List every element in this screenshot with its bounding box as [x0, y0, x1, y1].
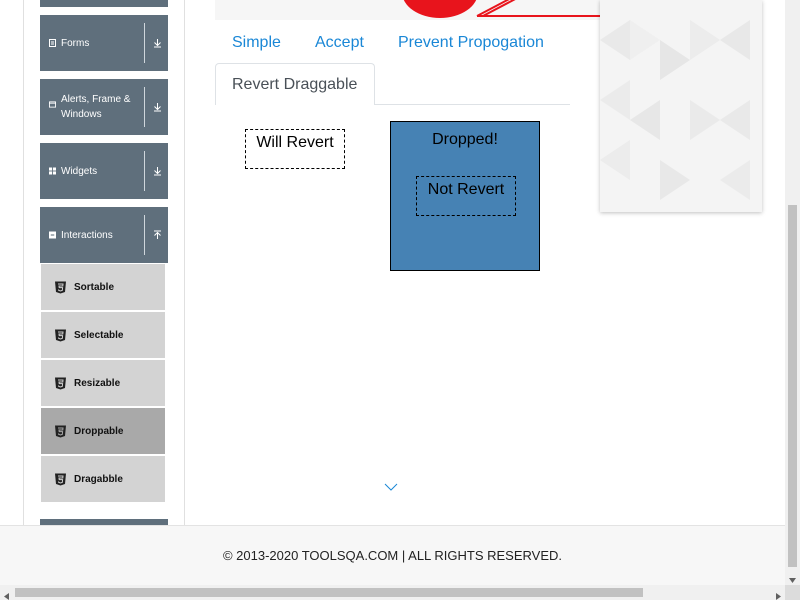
sidebar-item-sortable[interactable]: Sortable: [41, 264, 165, 310]
square-icon: [49, 231, 56, 239]
grid-icon: [49, 167, 56, 175]
html5-icon: [54, 329, 67, 342]
horizontal-scrollbar-thumb[interactable]: [15, 588, 643, 597]
separator: [144, 215, 145, 255]
sidebar-item-label: Resizable: [74, 377, 121, 389]
advertisement-panel: [600, 0, 762, 212]
sidebar-group-interactions[interactable]: Interactions: [40, 207, 168, 263]
scrollbar-corner: [785, 585, 800, 600]
scroll-right-arrow-icon[interactable]: [774, 588, 783, 600]
download-arrow-icon[interactable]: [152, 102, 162, 112]
download-arrow-icon[interactable]: [152, 38, 162, 48]
sidebar-item-label: Selectable: [74, 329, 124, 341]
sidebar-group-alerts[interactable]: Alerts, Frame & Windows: [40, 79, 168, 135]
download-arrow-icon[interactable]: [152, 166, 162, 176]
html5-icon: [54, 281, 67, 294]
not-revert-draggable[interactable]: Not Revert: [416, 176, 516, 216]
left-column-border: [23, 0, 24, 525]
sidebar-group-label: Forms: [61, 37, 90, 49]
window-icon: [49, 101, 56, 108]
scroll-left-arrow-icon[interactable]: [2, 588, 11, 600]
tab-accept[interactable]: Accept: [315, 34, 364, 52]
separator: [144, 87, 145, 127]
banner-image: [215, 0, 600, 20]
sidebar-item-selectable[interactable]: Selectable: [41, 312, 165, 358]
sidebar-item-droppable[interactable]: Droppable: [41, 408, 165, 454]
tab-revert-draggable[interactable]: Revert Draggable: [215, 63, 375, 105]
footer-copyright: © 2013-2020 TOOLSQA.COM | ALL RIGHTS RES…: [222, 548, 563, 563]
page: Forms Alerts, Frame & Windows Widgets In…: [0, 0, 800, 600]
sidebar-group-forms[interactable]: Forms: [40, 15, 168, 71]
sidebar-group-label: Interactions: [61, 229, 113, 241]
html5-icon: [54, 473, 67, 486]
sidebar-group-label: Alerts, Frame & Windows: [61, 94, 131, 120]
html5-icon: [54, 377, 67, 390]
sidebar-item-label: Droppable: [74, 425, 124, 437]
sidebar-item-resizable[interactable]: Resizable: [41, 360, 165, 406]
sidebar-group-label: Widgets: [61, 165, 98, 177]
sidebar-group-elements-partial[interactable]: [40, 0, 168, 7]
drop-target-text: Dropped!: [432, 131, 498, 148]
footer: © 2013-2020 TOOLSQA.COM | ALL RIGHTS RES…: [0, 525, 785, 585]
chevron-down-icon[interactable]: [384, 479, 398, 491]
horizontal-scrollbar[interactable]: [0, 585, 785, 600]
vertical-scrollbar[interactable]: [785, 0, 800, 585]
sidebar-item-dragabble[interactable]: Dragabble: [41, 456, 165, 502]
form-icon: [49, 39, 56, 47]
sidebar-divider: [184, 0, 185, 525]
vertical-scrollbar-thumb[interactable]: [788, 205, 797, 567]
separator: [144, 23, 145, 63]
tab-simple[interactable]: Simple: [232, 34, 281, 52]
sidebar-item-label: Dragabble: [74, 473, 123, 485]
scroll-down-arrow-icon[interactable]: [788, 572, 797, 583]
upload-arrow-icon[interactable]: [152, 230, 162, 240]
tab-label: Revert Draggable: [232, 75, 358, 93]
sidebar-item-label: Sortable: [74, 281, 115, 293]
will-revert-draggable[interactable]: Will Revert: [245, 129, 345, 169]
tab-prevent-propogation[interactable]: Prevent Propogation: [398, 34, 544, 52]
html5-icon: [54, 425, 67, 438]
sidebar-group-widgets[interactable]: Widgets: [40, 143, 168, 199]
separator: [144, 151, 145, 191]
